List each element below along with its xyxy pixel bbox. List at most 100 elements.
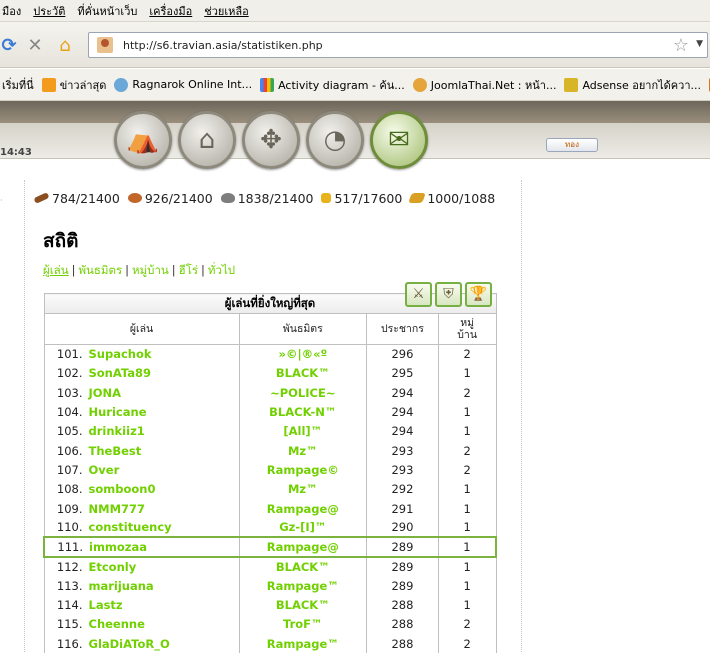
player-link[interactable]: Lastz xyxy=(89,598,123,612)
alliance-link[interactable]: BLACK™ xyxy=(276,598,330,612)
ragnarok-favicon-icon xyxy=(114,77,129,92)
alliance-link[interactable]: BLACK-N™ xyxy=(269,405,336,419)
population-cell: 292 xyxy=(366,479,439,499)
player-link[interactable]: Over xyxy=(89,463,120,477)
alliance-link[interactable]: BLACK™ xyxy=(276,560,330,574)
alliance-link[interactable]: ~POLICE~ xyxy=(270,386,335,400)
top10-trophy-icon[interactable]: 🏆 xyxy=(465,282,492,307)
address-bar[interactable]: http://s6.travian.asia/statistiken.php ☆… xyxy=(88,32,708,58)
bookmark-activity-diagram[interactable]: Activity diagram - ค้น... xyxy=(260,76,405,94)
player-link[interactable]: Huricane xyxy=(89,405,147,419)
villages-cell: 1 xyxy=(437,421,497,441)
bookmark-start[interactable]: เริ่มที่นี่ xyxy=(2,76,34,94)
menu-item-view[interactable]: มือง xyxy=(2,2,21,20)
villages-cell: 1 xyxy=(437,498,497,519)
player-link[interactable]: JONA xyxy=(89,386,122,400)
table-row: 113. marijuana Rampage™ 289 1 xyxy=(43,576,497,596)
map-icon[interactable]: ✥ xyxy=(242,111,300,169)
chevron-down-icon[interactable]: ▼ xyxy=(696,39,703,49)
stop-icon[interactable]: ✕ xyxy=(24,35,46,57)
alliance-cell: BLACK™ xyxy=(238,556,368,577)
alliance-link[interactable]: Gz-[I]™ xyxy=(279,520,326,534)
reports-icon[interactable]: ✉ xyxy=(370,111,428,169)
player-link[interactable]: TheBest xyxy=(89,444,142,458)
menu-item-help[interactable]: ช่วยเหลือ xyxy=(204,2,248,20)
bookmark-star-icon[interactable]: ☆ xyxy=(673,35,689,56)
alliance-link[interactable]: Mz™ xyxy=(288,444,318,458)
bookmark-joomlathai[interactable]: JoomlaThai.Net : หน้า... xyxy=(412,76,556,94)
alliance-link[interactable]: [All]™ xyxy=(283,424,322,438)
tab-players[interactable]: ผู้เล่น xyxy=(43,263,69,277)
rank-number: 101. xyxy=(56,347,83,362)
header-alliance: พันธมิตร xyxy=(238,313,368,345)
alliance-cell: TroF™ xyxy=(238,614,368,634)
resource-consumption: 1000/1088 xyxy=(408,191,495,206)
home-icon[interactable]: ⌂ xyxy=(54,35,76,57)
player-link[interactable]: GlaDiAToR_O xyxy=(89,637,170,651)
player-cell: 104. Huricane xyxy=(43,402,240,422)
population-cell: 288 xyxy=(366,614,439,634)
table-row: 112. Etconly BLACK™ 289 1 xyxy=(43,556,497,577)
rank-number: 114. xyxy=(56,598,83,612)
url-text: http://s6.travian.asia/statistiken.php xyxy=(123,38,323,52)
statistics-icon[interactable]: ◔ xyxy=(306,111,364,169)
player-link[interactable]: SonATa89 xyxy=(89,366,152,380)
tab-heroes[interactable]: ฮีโร่ xyxy=(179,263,198,277)
alliance-link[interactable]: Rampage@ xyxy=(267,502,339,516)
crop-icon xyxy=(321,193,332,203)
alliance-link[interactable]: Rampage™ xyxy=(267,637,339,651)
player-cell: 103. JONA xyxy=(43,383,240,403)
player-link[interactable]: drinkiiz1 xyxy=(89,424,145,438)
bookmark-latest-news[interactable]: ข่าวล่าสุด xyxy=(41,76,106,94)
alliance-cell: Rampage™ xyxy=(238,576,368,596)
reload-icon[interactable]: ⟳ xyxy=(0,35,20,57)
village-center-icon[interactable]: ⌂ xyxy=(178,111,236,169)
villages-cell: 1 xyxy=(437,518,497,538)
left-edge-mark: · xyxy=(0,196,3,205)
village-overview-icon[interactable]: ⛺ xyxy=(114,111,172,169)
table-row: 107. Over Rampage© 293 2 xyxy=(43,460,497,480)
gold-button[interactable]: ทอง xyxy=(546,138,598,152)
alliance-link[interactable]: »©|®«º xyxy=(279,347,328,361)
player-link[interactable]: NMM777 xyxy=(89,502,146,516)
player-link[interactable]: Etconly xyxy=(89,560,137,574)
player-cell: 111. immozaa xyxy=(42,536,240,558)
villages-cell: 2 xyxy=(437,633,497,653)
rank-number: 105. xyxy=(56,424,83,439)
rank-number: 109. xyxy=(56,501,83,516)
alliance-cell: [All]™ xyxy=(238,421,368,441)
bookmark-ragnarok[interactable]: Ragnarok Online Int... xyxy=(114,77,252,92)
table-row: 110. constituency Gz-[I]™ 290 1 xyxy=(43,518,497,538)
tab-villages[interactable]: หมู่บ้าน xyxy=(132,263,169,277)
tab-alliances[interactable]: พันธมิตร xyxy=(78,263,122,277)
player-cell: 105. drinkiiz1 xyxy=(43,421,240,441)
player-link[interactable]: marijuana xyxy=(89,579,154,593)
table-row: 103. JONA ~POLICE~ 294 2 xyxy=(43,383,497,403)
bookmarks-toolbar: เริ่มที่นี่ ข่าวล่าสุด Ragnarok Online I… xyxy=(0,69,710,101)
menu-item-bookmarks[interactable]: ที่คั่นหน้าเว็บ xyxy=(77,2,137,20)
player-cell: 114. Lastz xyxy=(43,595,240,615)
tab-general[interactable]: ทั่วไป xyxy=(208,263,235,277)
header-villages: หมู่ บ้าน xyxy=(437,313,497,345)
alliance-link[interactable]: Rampage@ xyxy=(267,540,339,554)
player-cell: 116. GlaDiAToR_O xyxy=(43,633,240,653)
player-link[interactable]: Cheenne xyxy=(89,617,145,631)
player-link[interactable]: somboon0 xyxy=(89,482,156,496)
alliance-link[interactable]: Mz™ xyxy=(288,482,318,496)
alliance-link[interactable]: Rampage™ xyxy=(267,579,339,593)
attack-ranking-icon[interactable]: ⚔ xyxy=(405,282,432,307)
alliance-link[interactable]: TroF™ xyxy=(283,617,323,631)
player-link[interactable]: Supachok xyxy=(89,347,152,361)
player-link[interactable]: immozaa xyxy=(89,540,147,554)
alliance-link[interactable]: BLACK™ xyxy=(276,366,330,380)
alliance-link[interactable]: Rampage© xyxy=(267,463,339,477)
bookmark-adsense[interactable]: Adsense อยากได้ควา... xyxy=(564,76,701,94)
statistics-tabs: ผู้เล่น | พันธมิตร | หมู่บ้าน | ฮีโร่ | ทั่วไป xyxy=(43,263,236,277)
menu-item-history[interactable]: ประวัติ xyxy=(33,2,65,20)
server-clock: 14:43 xyxy=(0,147,32,158)
menu-item-tools[interactable]: เครื่องมือ xyxy=(149,2,192,20)
defense-ranking-icon[interactable]: ⛨ xyxy=(435,282,462,307)
villages-cell: 1 xyxy=(437,576,497,596)
alliance-cell: BLACK™ xyxy=(238,595,368,615)
player-link[interactable]: constituency xyxy=(89,520,172,534)
